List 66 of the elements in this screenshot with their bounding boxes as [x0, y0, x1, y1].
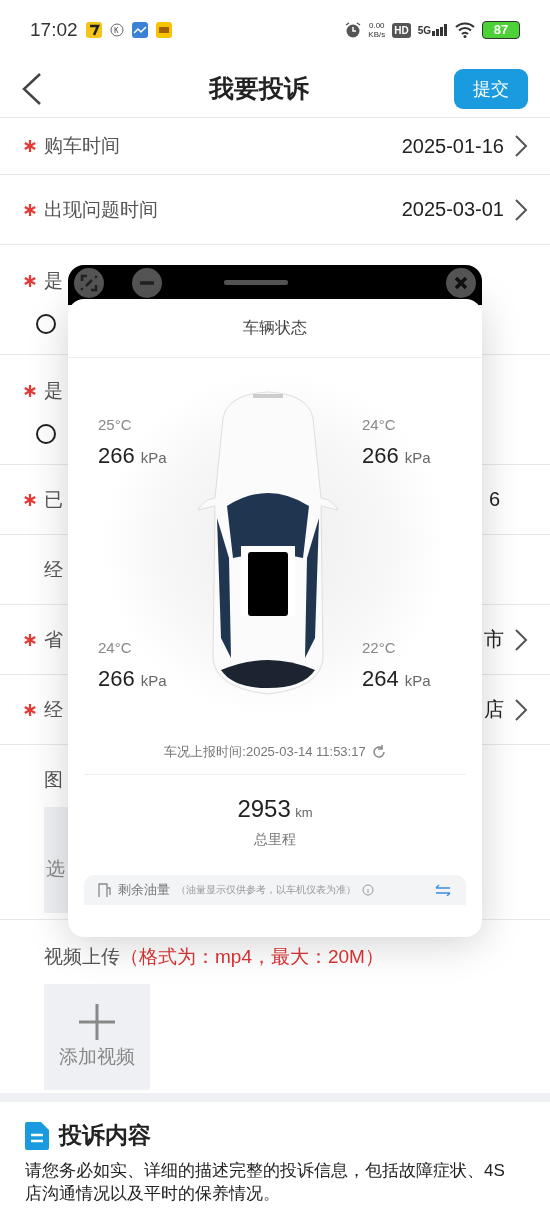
tire-temperature: 24°C [362, 416, 397, 433]
field-value[interactable]: 店 [484, 696, 504, 723]
close-icon[interactable] [446, 267, 476, 298]
minimize-icon[interactable] [132, 267, 162, 298]
tire-pressure: 266 [362, 443, 399, 468]
field-label: 经 [44, 697, 63, 722]
network-speed: 0.00 [368, 21, 385, 30]
clock-time: 17:02 [30, 19, 78, 41]
info-icon [362, 884, 374, 896]
radio-button[interactable] [36, 313, 56, 334]
field-label: 已 [44, 487, 63, 512]
field-value[interactable]: 市 [484, 626, 504, 653]
section-label: 视频上传 [44, 946, 120, 967]
hd-badge: HD [392, 22, 411, 38]
chevron-right-icon [514, 134, 528, 158]
pressure-unit: kPa [140, 449, 167, 466]
tire-temperature: 24°C [98, 639, 133, 656]
drag-handle[interactable] [224, 279, 288, 286]
section-title: 投诉内容 [59, 1121, 151, 1150]
field-value[interactable]: 6 [488, 488, 500, 511]
mileage-label: 总里程 [253, 831, 297, 849]
section-description: 请您务必如实、详细的描述完整的投诉信息，包括故障症状、4S店沟通情况以及平时的保养情况。 [25, 1160, 505, 1205]
field-label: 经 [44, 557, 63, 582]
refresh-icon[interactable] [371, 745, 386, 759]
field-value[interactable]: 2025-01-16 [401, 134, 504, 158]
network-type: 5G [417, 25, 431, 36]
pressure-unit: kPa [404, 449, 431, 466]
wifi-icon [455, 22, 475, 38]
tire-temperature: 25°C [98, 416, 133, 433]
tire-temperature: 22°C [362, 639, 397, 656]
document-icon [25, 1121, 49, 1150]
tire-pressure: 266 [98, 443, 135, 468]
chevron-right-icon [514, 697, 528, 722]
field-value[interactable]: 2025-03-01 [401, 198, 504, 221]
field-label: 出现问题时间 [44, 197, 158, 222]
tire-pressure: 266 [98, 666, 135, 691]
fuel-pump-icon [98, 882, 112, 898]
expand-icon[interactable] [74, 267, 104, 298]
page-title: 我要投诉 [207, 73, 310, 104]
alarm-icon [345, 22, 362, 38]
app-notification-icon [131, 22, 148, 38]
field-label: 购车时间 [44, 134, 120, 158]
speed-unit: KB/s [368, 30, 386, 39]
report-time: 车况上报时间:2025-03-14 11:53:17 [164, 743, 366, 761]
format-hint: （格式为：mp4，最大：20M） [120, 946, 384, 967]
mileage-value: 2953 [237, 795, 291, 822]
pressure-unit: kPa [140, 672, 167, 689]
field-label: 省 [44, 627, 63, 652]
mileage-unit: km [295, 805, 313, 820]
switch-icon[interactable] [434, 884, 452, 896]
fuel-note: （油量显示仅供参考，以车机仪表为准） [176, 883, 356, 897]
fuel-label: 剩余油量 [118, 881, 170, 899]
tire-pressure: 264 [362, 666, 399, 691]
app-notification-icon [109, 23, 124, 37]
chevron-right-icon [514, 627, 528, 652]
plus-icon [79, 1004, 115, 1040]
chevron-right-icon [514, 197, 528, 222]
app-notification-icon [85, 22, 102, 38]
field-label: 是 [44, 378, 63, 403]
battery-indicator: 87 [482, 21, 520, 39]
field-label: 是 [44, 268, 63, 293]
section-label: 图 [44, 769, 63, 790]
app-notification-icon [155, 22, 172, 38]
radio-button[interactable] [36, 423, 56, 444]
signal-icon [432, 24, 448, 36]
pressure-unit: kPa [404, 672, 431, 689]
